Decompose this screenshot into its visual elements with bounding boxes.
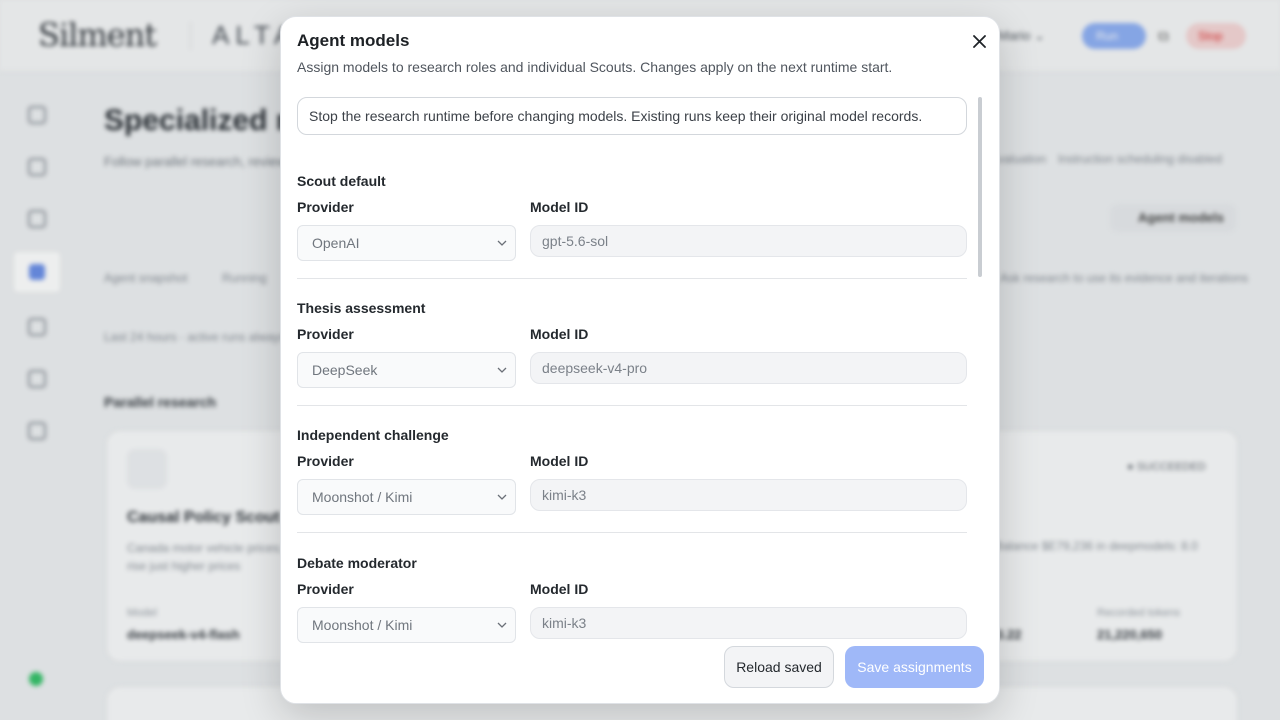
section-title: Thesis assessment <box>297 300 426 316</box>
agent-models-dialog: Agent models Assign models to research r… <box>280 16 1000 704</box>
section-divider <box>297 278 967 279</box>
model-id-label: Model ID <box>530 581 589 597</box>
chevron-down-icon <box>497 494 507 500</box>
provider-select[interactable]: Moonshot / Kimi <box>297 479 516 515</box>
model-id-input[interactable] <box>530 225 967 257</box>
reload-saved-button[interactable]: Reload saved <box>724 646 834 688</box>
section-title: Independent challenge <box>297 427 449 443</box>
save-assignments-button[interactable]: Save assignments <box>845 646 984 688</box>
dialog-scroll-area[interactable]: Stop the research runtime before changin… <box>281 95 999 643</box>
provider-select[interactable]: DeepSeek <box>297 352 516 388</box>
dialog-subtitle: Assign models to research roles and indi… <box>297 59 893 75</box>
provider-select[interactable]: OpenAI <box>297 225 516 261</box>
provider-label: Provider <box>297 199 354 215</box>
close-icon <box>972 34 986 48</box>
provider-label: Provider <box>297 581 354 597</box>
model-id-label: Model ID <box>530 453 589 469</box>
model-id-input[interactable] <box>530 607 967 639</box>
provider-value: DeepSeek <box>312 362 378 378</box>
provider-select[interactable]: Moonshot / Kimi <box>297 607 516 643</box>
runtime-notice: Stop the research runtime before changin… <box>297 97 967 135</box>
section-title: Scout default <box>297 173 386 189</box>
section-divider <box>297 532 967 533</box>
dialog-footer: Reload saved Save assignments <box>281 643 999 703</box>
scrollbar[interactable] <box>978 97 982 277</box>
dialog-title: Agent models <box>297 31 410 50</box>
model-id-label: Model ID <box>530 326 589 342</box>
section-divider <box>297 405 967 406</box>
chevron-down-icon <box>497 622 507 628</box>
chevron-down-icon <box>497 240 507 246</box>
section-title: Debate moderator <box>297 555 417 571</box>
close-button[interactable] <box>967 29 991 53</box>
chevron-down-icon <box>497 367 507 373</box>
provider-value: OpenAI <box>312 235 360 251</box>
provider-value: Moonshot / Kimi <box>312 617 413 633</box>
model-id-input[interactable] <box>530 352 967 384</box>
provider-label: Provider <box>297 326 354 342</box>
model-id-label: Model ID <box>530 199 589 215</box>
provider-label: Provider <box>297 453 354 469</box>
provider-value: Moonshot / Kimi <box>312 489 413 505</box>
model-id-input[interactable] <box>530 479 967 511</box>
